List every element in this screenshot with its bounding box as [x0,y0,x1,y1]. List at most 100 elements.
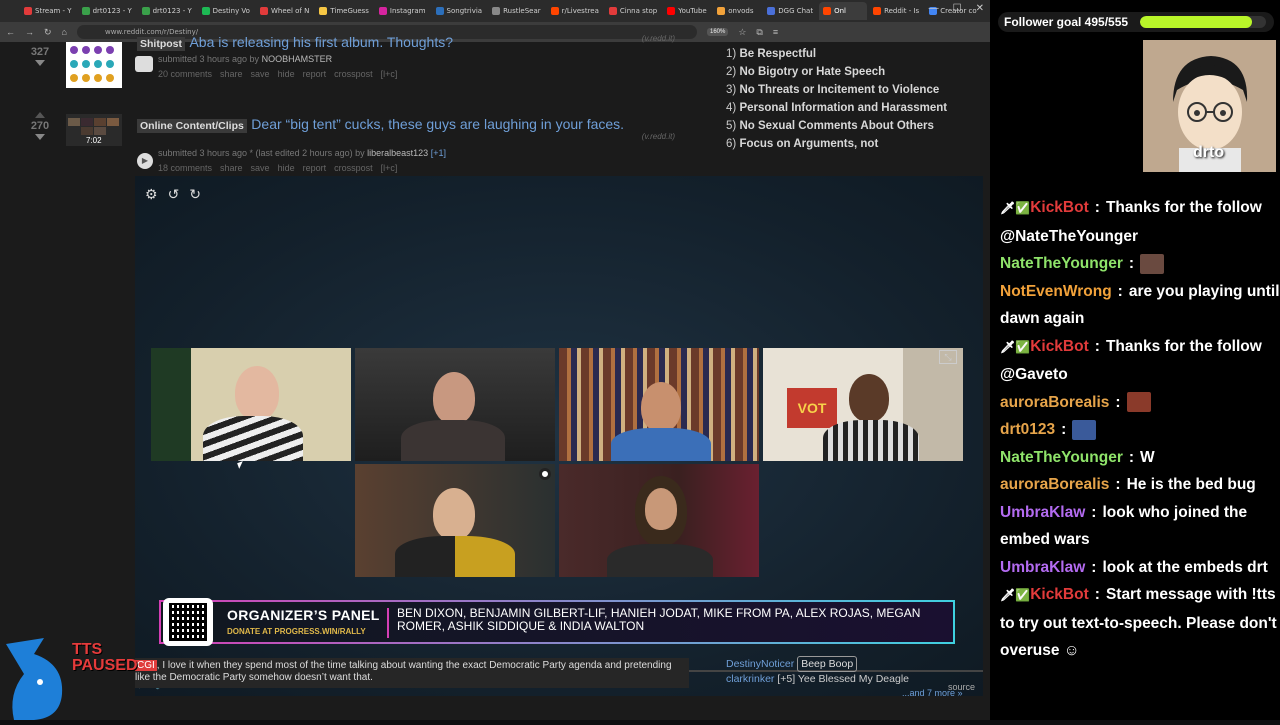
save-link[interactable]: save [251,69,270,79]
chat-message: 🗡✅KickBot: Thanks for the follow @Gaveto [1000,337,1262,384]
cam-label: drto [1193,144,1225,161]
window-controls: — ☐ ✕ [929,3,984,14]
rewind-icon[interactable]: ↺ [168,186,180,203]
reddit-page: 327 Shitpost Aba is releasing his first … [0,34,990,720]
extensions-icon[interactable]: ⧉ [756,27,762,38]
comment-user[interactable]: CGI [135,660,157,671]
video-player[interactable]: ⚙ ↺ ↻ VOT ⤡ ORGANIZER’S PANEL DONATE AT … [135,176,983,696]
comment-text: CGI, I love it when they spend most of t… [135,658,689,688]
post-title[interactable]: Dear “big tent” cucks, these guys are la… [251,116,624,132]
save-link[interactable]: save [251,163,270,173]
sidebar-rule[interactable]: 1) Be Respectful [726,47,976,61]
chat-message: auroraBorealis: He is the bed bug [1000,476,1256,493]
post-domain[interactable]: (v.redd.it) [642,132,675,141]
chat-message: NateTheYounger: W [1000,448,1155,466]
hide-link[interactable]: hide [278,163,295,173]
report-link[interactable]: report [303,163,327,173]
browser-tab[interactable]: Wheel of N [256,2,313,20]
crosspost-link[interactable]: crosspost [334,163,373,173]
lc-link[interactable]: [l+c] [381,69,398,79]
sidebar-rule[interactable]: 6) Focus on Arguments, not [726,137,976,151]
chat-text: He is the bed bug [1126,476,1256,493]
post-flair[interactable]: Online Content/Clips [137,119,247,133]
forward-icon[interactable]: ↻ [189,186,201,203]
chat-username[interactable]: UmbraKlaw [1000,504,1085,521]
qr-code [163,598,213,646]
post-buttons: 20 comments share save hide report cross… [158,69,397,79]
chat-username[interactable]: drt0123 [1000,421,1055,438]
chat-username[interactable]: auroraBorealis [1000,476,1109,493]
browser-tab[interactable]: Instagram [375,2,430,20]
comments-link[interactable]: 18 comments [158,163,212,173]
browser-tab[interactable]: RustleSear [488,2,545,20]
browser-tab[interactable]: onvods [713,2,761,20]
sidebar-rule[interactable]: 2) No Bigotry or Hate Speech [726,65,976,79]
browser-tab[interactable]: Onl [819,2,868,20]
rule-text: Be Respectful [739,48,817,60]
comments-link[interactable]: 20 comments [158,69,212,79]
more-link[interactable]: ...and 7 more » [726,686,986,700]
menu-icon[interactable]: ≡ [773,27,778,37]
tab-favicon-icon [667,7,676,15]
browser-tab[interactable]: Destiny Vo [198,2,254,20]
settings-gear-icon[interactable]: ⚙ [145,186,158,203]
chat-username[interactable]: KickBot [1030,586,1089,603]
chat-username[interactable]: NateTheYounger [1000,449,1123,466]
chat-username[interactable]: UmbraKlaw [1000,559,1085,576]
author-tag[interactable]: [+1] [431,148,446,158]
expand-icon[interactable]: ⤡ [939,350,957,364]
tab-favicon-icon [319,7,328,15]
browser-tab[interactable]: TimeGuess [315,2,373,20]
upvote-icon[interactable] [35,112,45,118]
post-flair[interactable]: Shitpost [137,37,185,51]
expando-button[interactable] [135,56,153,72]
browser-tab[interactable]: Cinna stop [605,2,661,20]
crosspost-link[interactable]: crosspost [334,69,373,79]
post-author[interactable]: liberalbeast123 [367,148,428,158]
maximize-icon[interactable]: ☐ [953,3,962,14]
browser-tab[interactable]: Songtrivia [432,2,487,20]
tab-label: Instagram [389,7,426,15]
zoom-level[interactable]: 160% [706,28,729,36]
downvote-icon[interactable] [35,134,45,140]
post-author[interactable]: NOOBHAMSTER [262,54,333,64]
share-link[interactable]: share [220,69,243,79]
downvote-icon[interactable] [35,60,45,66]
post-thumbnail[interactable]: 7:02 [66,114,122,146]
list-item: clarkrinker [+5] Yee Blessed My Deagle [726,672,986,686]
online-user-name[interactable]: clarkrinker [726,673,774,685]
chat-username[interactable]: NateTheYounger [1000,255,1123,272]
minimize-icon[interactable]: — [929,3,939,14]
browser-tab[interactable]: YouTube [663,2,711,20]
browser-tab[interactable]: Reddit - Is [869,2,923,20]
post-thumbnail[interactable] [66,42,122,88]
share-link[interactable]: share [220,163,243,173]
tab-label: Cinna stop [619,7,658,15]
chat-username[interactable]: KickBot [1030,199,1089,216]
lower-third-banner: ORGANIZER’S PANEL DONATE AT PROGRESS.WIN… [159,598,955,646]
sidebar-rule[interactable]: 3) No Threats or Incitement to Violence [726,83,976,97]
post-domain[interactable]: (v.redd.it) [642,34,675,43]
lc-link[interactable]: [l+c] [381,163,398,173]
close-icon[interactable]: ✕ [976,3,984,14]
browser-tab[interactable]: Stream - Y [20,2,76,20]
chat-username[interactable]: NotEvenWrong [1000,283,1112,300]
browser-tab[interactable]: r/Livestrea [547,2,603,20]
sidebar-rule[interactable]: 4) Personal Information and Harassment [726,101,976,115]
browser-tab[interactable]: DGG Chat [763,2,817,20]
chat-username[interactable]: KickBot [1030,338,1089,355]
play-video-button[interactable]: ▶ [137,153,153,169]
browser-tab[interactable]: drt0123 - Y [78,2,136,20]
report-link[interactable]: report [303,69,327,79]
tab-label: drt0123 - Y [92,7,132,15]
rule-text: Personal Information and Harassment [739,102,948,114]
bookmark-star-icon[interactable]: ☆ [738,27,746,38]
online-user-name[interactable]: DestinyNoticer [726,658,794,670]
sidebar-rule[interactable]: 5) No Sexual Comments About Others [726,119,976,133]
post-title[interactable]: Aba is releasing his first album. Though… [189,34,453,50]
browser-tab[interactable]: drt0123 - Y [138,2,196,20]
rule-number: 6) [726,138,737,150]
chat-message: 🗡✅KickBot: Thanks for the follow @NateThe… [1000,199,1262,245]
hide-link[interactable]: hide [278,69,295,79]
chat-username[interactable]: auroraBorealis [1000,394,1109,411]
